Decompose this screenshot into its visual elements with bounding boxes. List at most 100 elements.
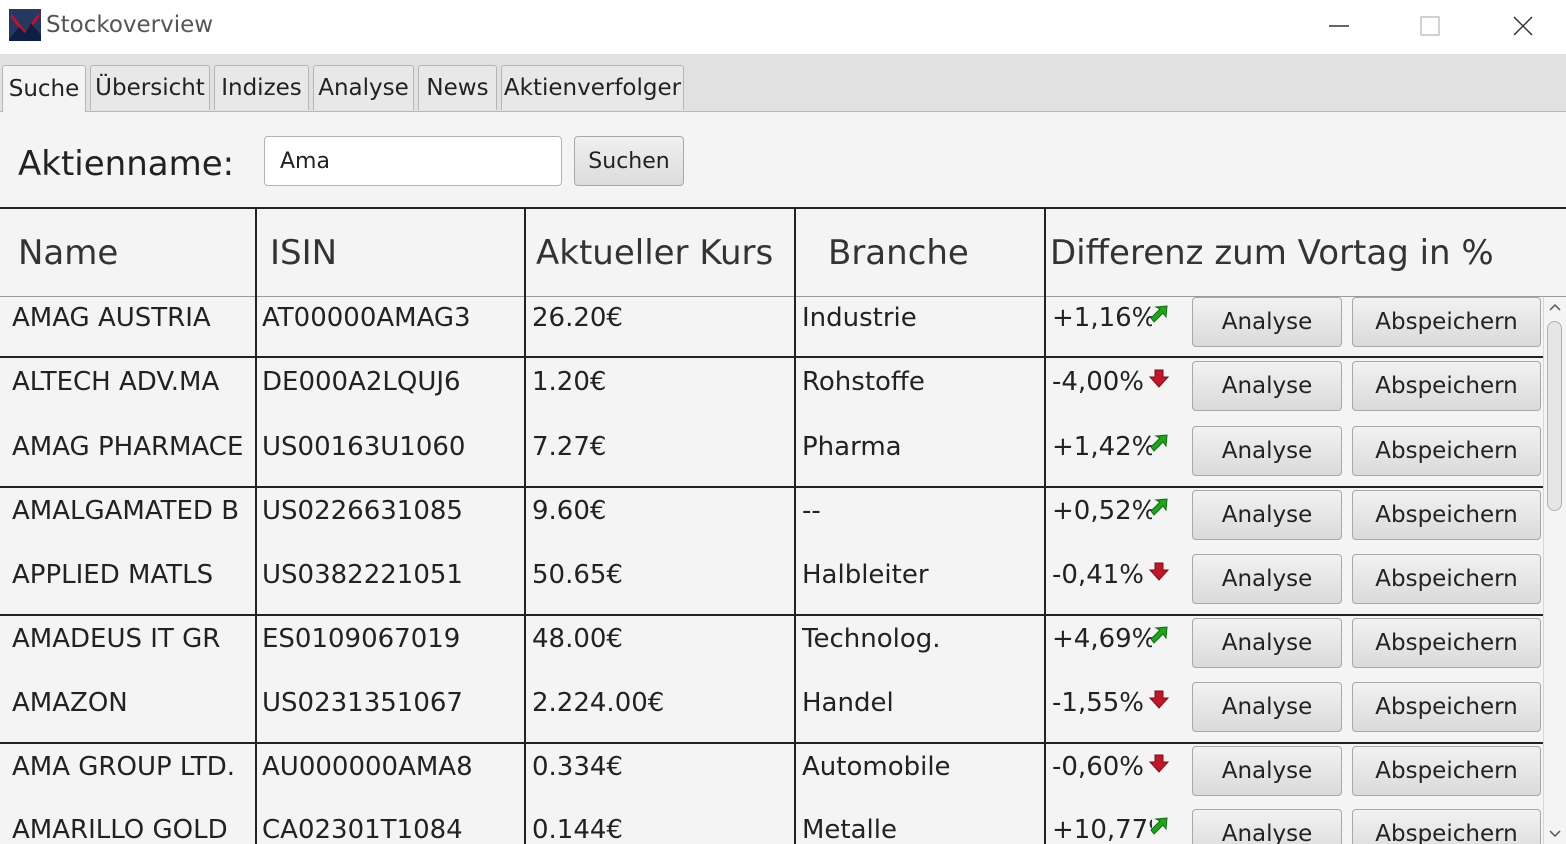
- cell-name: APPLIED MATLS: [12, 560, 214, 590]
- table-row[interactable]: APPLIED MATLS US0382221051 50.65€ Halbleite…: [0, 554, 1543, 618]
- cell-kurs: 26.20€: [532, 303, 623, 333]
- search-button[interactable]: Suchen: [574, 136, 684, 186]
- cell-kurs: 1.20€: [532, 367, 607, 397]
- save-button[interactable]: Abspeichern: [1352, 746, 1541, 796]
- table-row[interactable]: AMAZON US0231351067 2.224.00€ Handel -1,55% A…: [0, 682, 1543, 746]
- cell-name: AMADEUS IT GR: [12, 624, 221, 654]
- cell-isin: AU000000AMA8: [262, 752, 473, 782]
- cell-kurs: 0.144€: [532, 815, 623, 844]
- cell-diff: -0,41%: [1052, 560, 1144, 590]
- save-button-label: Abspeichern: [1375, 373, 1518, 399]
- arrow-down-icon: [1148, 690, 1170, 709]
- arrow-down-icon: [1148, 369, 1170, 388]
- cell-isin: US0382221051: [262, 560, 463, 590]
- analyse-button[interactable]: Analyse: [1192, 361, 1342, 411]
- close-button[interactable]: [1500, 8, 1546, 44]
- table-row[interactable]: AMADEUS IT GR ES0109067019 48.00€ Technolog…: [0, 618, 1543, 682]
- save-button[interactable]: Abspeichern: [1352, 618, 1541, 668]
- cell-branche: Automobile: [802, 752, 951, 782]
- cell-kurs: 0.334€: [532, 752, 623, 782]
- stock-name-input[interactable]: [264, 136, 562, 186]
- cell-diff: -0,60%: [1052, 752, 1144, 782]
- maximize-button[interactable]: [1407, 8, 1453, 44]
- cell-name: AMAG AUSTRIA: [12, 303, 211, 333]
- column-header-kurs[interactable]: Aktueller Kurs: [536, 209, 773, 297]
- cell-isin: US00163U1060: [262, 432, 466, 462]
- cell-name: AMA GROUP LTD.: [12, 752, 235, 782]
- save-button[interactable]: Abspeichern: [1352, 297, 1541, 347]
- table-row[interactable]: ALTECH ADV.MA DE000A2LQUJ6 1.20€ Rohstoffe -…: [0, 361, 1543, 425]
- scroll-up-button[interactable]: [1544, 297, 1566, 317]
- close-icon: [1513, 16, 1533, 36]
- analyse-button[interactable]: Analyse: [1192, 809, 1342, 844]
- cell-diff: +4,69%: [1052, 624, 1152, 654]
- save-button-label: Abspeichern: [1375, 630, 1518, 656]
- arrow-down-icon: [1148, 562, 1170, 581]
- arrow-up-icon: [1150, 498, 1168, 516]
- cell-branche: --: [802, 496, 821, 526]
- table-row[interactable]: AMALGAMATED B US0226631085 9.60€ -- +0,52% An…: [0, 490, 1543, 554]
- save-button-label: Abspeichern: [1375, 309, 1518, 335]
- scroll-down-button[interactable]: [1544, 824, 1566, 844]
- vertical-scrollbar[interactable]: [1543, 297, 1566, 844]
- table-row[interactable]: AMAG PHARMACE US00163U1060 7.27€ Pharma +1,4…: [0, 426, 1543, 490]
- table-row[interactable]: AMA GROUP LTD. AU000000AMA8 0.334€ Automobi…: [0, 746, 1543, 810]
- analyse-button[interactable]: Analyse: [1192, 426, 1342, 476]
- scrollbar-thumb[interactable]: [1547, 321, 1562, 511]
- cell-branche: Handel: [802, 688, 894, 718]
- cell-branche: Pharma: [802, 432, 902, 462]
- cell-isin: US0226631085: [262, 496, 463, 526]
- cell-diff: -4,00%: [1052, 367, 1144, 397]
- maximize-icon: [1420, 16, 1440, 36]
- save-button[interactable]: Abspeichern: [1352, 554, 1541, 604]
- analyse-button[interactable]: Analyse: [1192, 618, 1342, 668]
- column-header-isin[interactable]: ISIN: [270, 209, 337, 297]
- title-bar: Stockoverview: [0, 0, 1566, 54]
- arrow-up-icon: [1150, 817, 1168, 835]
- analyse-button[interactable]: Analyse: [1192, 682, 1342, 732]
- save-button[interactable]: Abspeichern: [1352, 682, 1541, 732]
- tab-bar: Suche Übersicht Indizes Analyse News Akt…: [0, 54, 1566, 112]
- analyse-button-label: Analyse: [1221, 630, 1313, 656]
- analyse-button[interactable]: Analyse: [1192, 554, 1342, 604]
- tab-news[interactable]: News: [418, 65, 497, 110]
- cell-name: AMALGAMATED B: [12, 496, 240, 526]
- arrow-up-icon: [1150, 305, 1168, 323]
- cell-kurs: 2.224.00€: [532, 688, 665, 718]
- minimize-button[interactable]: [1316, 8, 1362, 44]
- cell-kurs: 48.00€: [532, 624, 623, 654]
- column-header-name[interactable]: Name: [18, 209, 118, 297]
- save-button[interactable]: Abspeichern: [1352, 361, 1541, 411]
- save-button[interactable]: Abspeichern: [1352, 490, 1541, 540]
- tab-suche[interactable]: Suche: [2, 65, 86, 112]
- analyse-button-label: Analyse: [1221, 373, 1313, 399]
- cell-name: AMARILLO GOLD: [12, 815, 228, 844]
- save-button-label: Abspeichern: [1375, 438, 1518, 464]
- save-button[interactable]: Abspeichern: [1352, 426, 1541, 476]
- cell-isin: AT00000AMAG3: [262, 303, 471, 333]
- tab-indizes[interactable]: Indizes: [214, 65, 309, 110]
- app-logo-icon: [9, 9, 41, 41]
- analyse-button[interactable]: Analyse: [1192, 297, 1342, 347]
- cell-isin: US0231351067: [262, 688, 463, 718]
- save-button-label: Abspeichern: [1375, 758, 1518, 784]
- table-row[interactable]: AMARILLO GOLD CA02301T1084 0.144€ Metalle +1…: [0, 809, 1543, 844]
- save-button-label: Abspeichern: [1375, 566, 1518, 592]
- column-header-diff[interactable]: Differenz zum Vortag in %: [1050, 209, 1494, 297]
- analyse-button[interactable]: Analyse: [1192, 746, 1342, 796]
- cell-kurs: 9.60€: [532, 496, 607, 526]
- tab-analyse[interactable]: Analyse: [313, 65, 414, 110]
- column-header-branche[interactable]: Branche: [828, 209, 969, 297]
- tab-aktienverfolger[interactable]: Aktienverfolger: [501, 65, 684, 110]
- chevron-down-icon: [1549, 830, 1561, 838]
- save-button[interactable]: Abspeichern: [1352, 809, 1541, 844]
- cell-branche: Halbleiter: [802, 560, 929, 590]
- results-table: Name ISIN Aktueller Kurs Branche Differe…: [0, 207, 1566, 844]
- table-header: Name ISIN Aktueller Kurs Branche Differe…: [0, 207, 1566, 297]
- table-row[interactable]: AMAG AUSTRIA AT00000AMAG3 26.20€ Industrie +…: [0, 297, 1543, 361]
- cell-branche: Technolog.: [802, 624, 941, 654]
- tab-uebersicht[interactable]: Übersicht: [90, 65, 210, 110]
- cell-isin: CA02301T1084: [262, 815, 463, 844]
- analyse-button[interactable]: Analyse: [1192, 490, 1342, 540]
- analyse-button-label: Analyse: [1221, 821, 1313, 844]
